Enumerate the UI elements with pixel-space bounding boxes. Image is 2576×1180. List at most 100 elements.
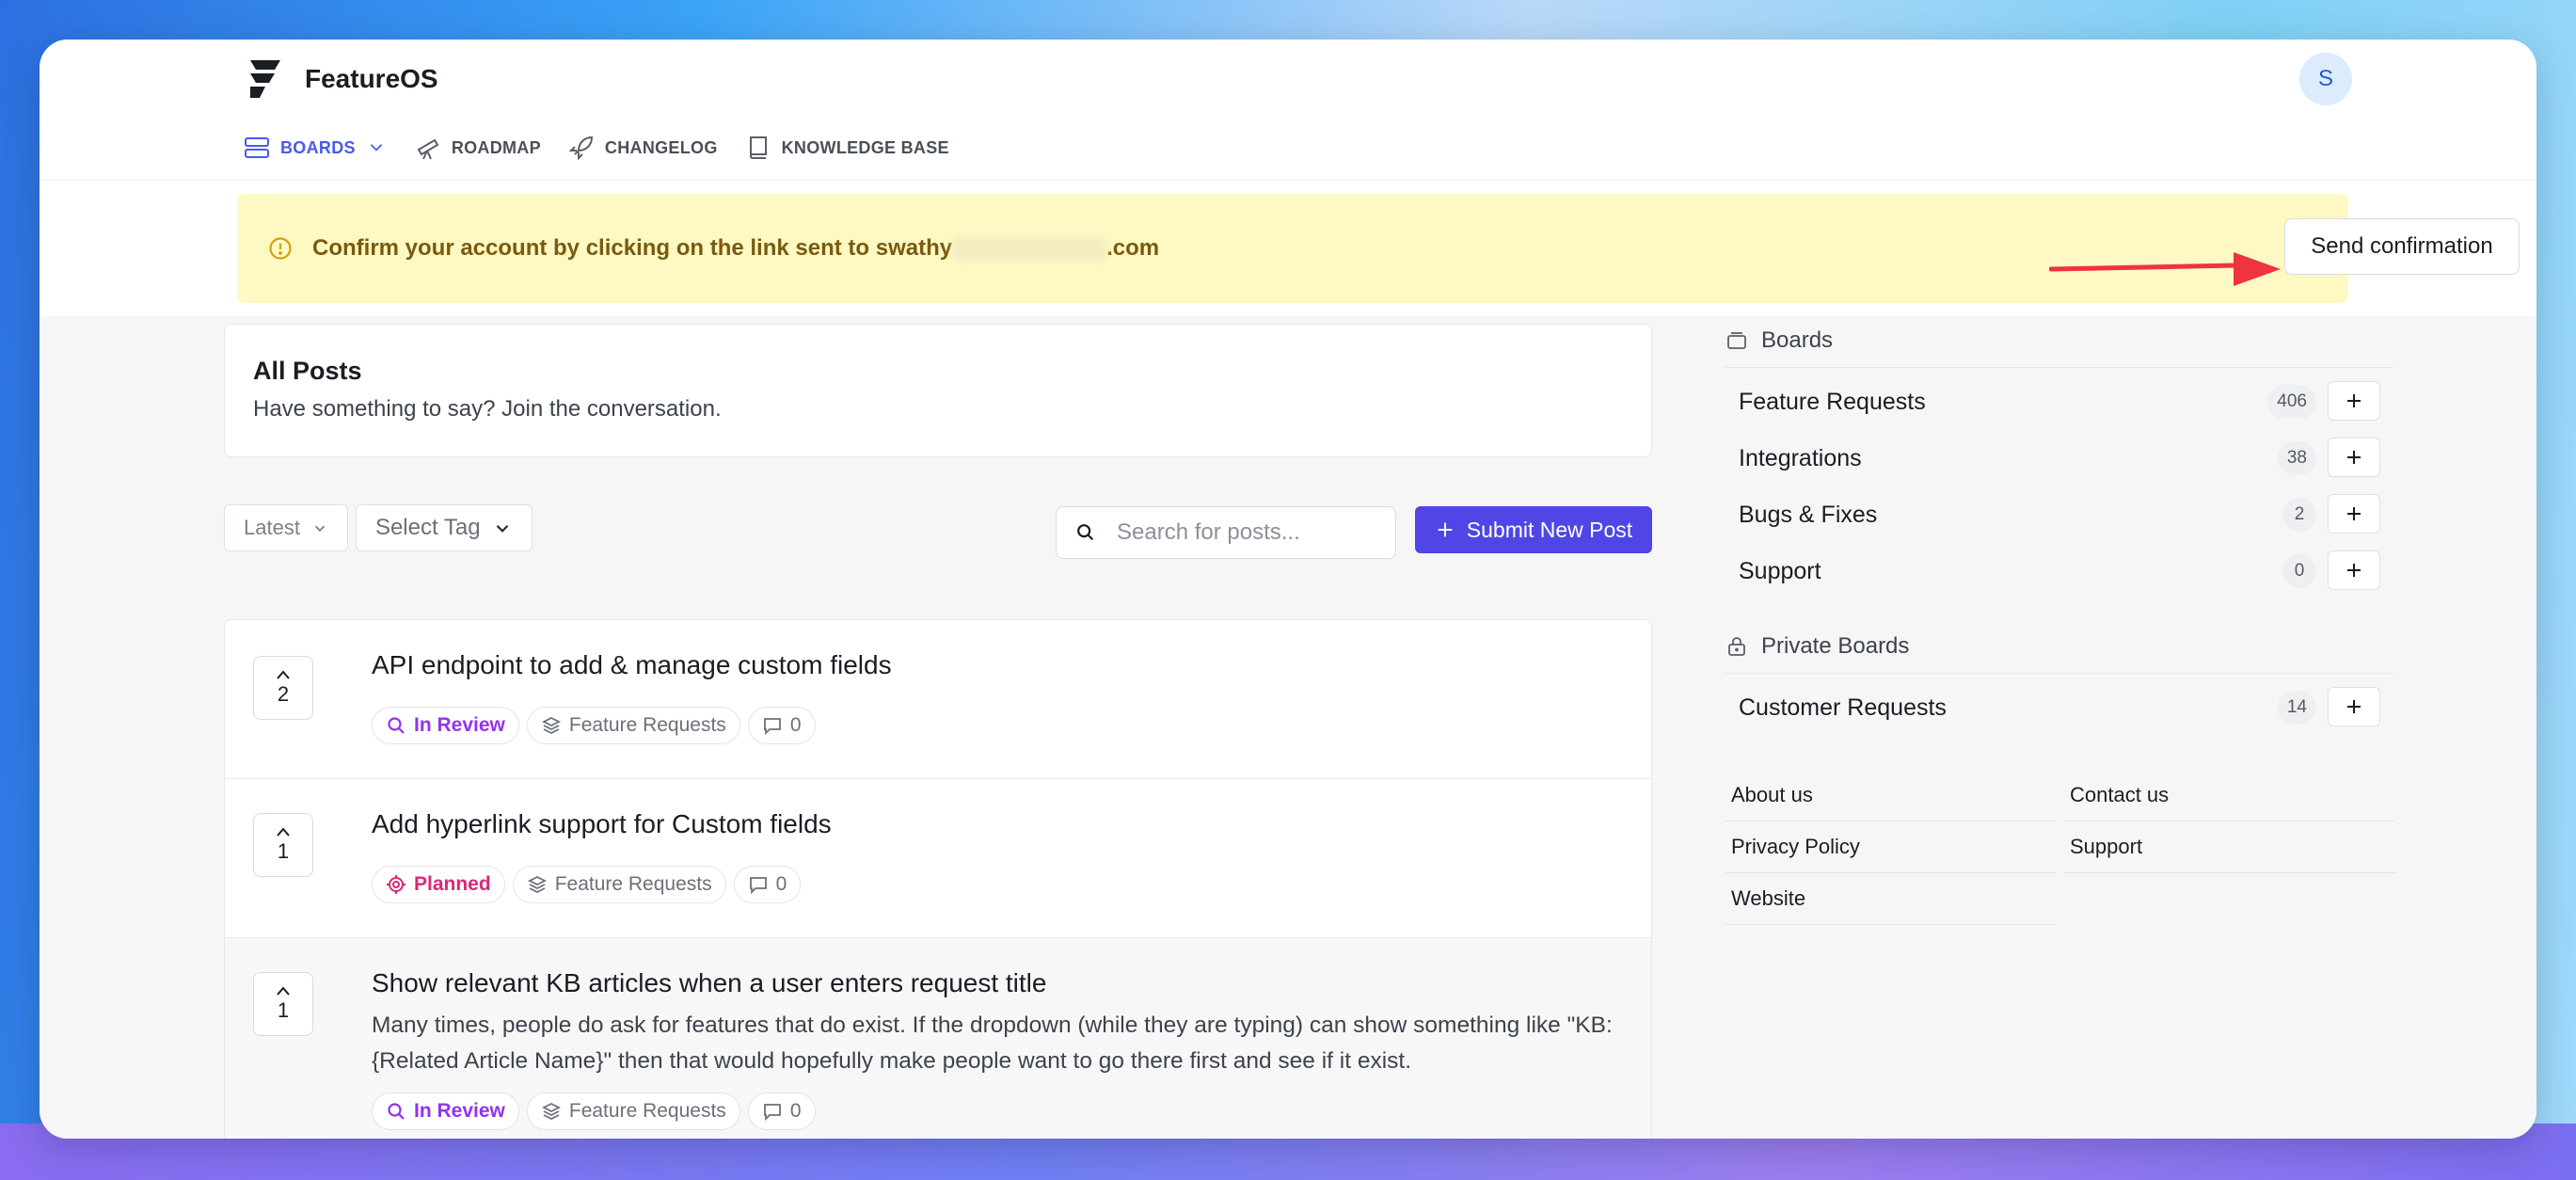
user-avatar[interactable]: S	[2299, 53, 2352, 105]
board-label: Feature Requests	[554, 873, 712, 895]
post-title[interactable]: Show relevant KB articles when a user en…	[372, 968, 1046, 998]
filters: Latest Select Tag	[224, 504, 533, 551]
layers-icon	[527, 875, 547, 894]
status-label: In Review	[414, 714, 505, 736]
sort-dropdown[interactable]: Latest	[224, 504, 348, 551]
sort-label: Latest	[244, 516, 300, 539]
boards-icon	[245, 137, 269, 158]
comment-icon	[749, 877, 767, 895]
submit-new-post-label: Submit New Post	[1466, 517, 1633, 542]
logo[interactable]: FeatureOS	[246, 58, 438, 100]
link-privacy-policy[interactable]: Privacy Policy	[1725, 821, 2057, 873]
board-badge[interactable]: Feature Requests	[526, 1092, 740, 1130]
board-label: Feature Requests	[568, 714, 726, 736]
plus-icon	[2347, 700, 2361, 713]
chevron-up-icon	[277, 827, 290, 837]
app-name: FeatureOS	[305, 64, 438, 93]
featureos-logo-icon	[250, 60, 280, 98]
select-tag-label: Select Tag	[374, 515, 481, 540]
link-contact-us[interactable]: Contact us	[2064, 770, 2395, 821]
add-post-button[interactable]	[2328, 550, 2380, 590]
board-name: Customer Requests	[1739, 694, 1947, 721]
nav-boards[interactable]: BOARDS	[243, 134, 388, 162]
main-content: All Posts Have something to say? Join th…	[40, 316, 2536, 1139]
comment-count[interactable]: 0	[747, 1092, 816, 1130]
select-tag-dropdown[interactable]: Select Tag	[355, 504, 533, 551]
comment-count-value: 0	[789, 714, 802, 736]
sidebar-board-customer-requests[interactable]: Customer Requests 14	[1725, 679, 2393, 736]
boards-heading-label: Boards	[1761, 327, 1834, 353]
alert-circle-icon	[269, 237, 292, 260]
post-tags: In Review Feature Requests 0	[372, 1092, 816, 1130]
nav-changelog[interactable]: CHANGELOG	[567, 134, 718, 162]
chevron-up-icon	[277, 670, 290, 679]
post-item[interactable]: 1 Add hyperlink support for Custom field…	[225, 779, 1651, 938]
post-title[interactable]: Add hyperlink support for Custom fields	[372, 809, 832, 839]
post-item[interactable]: 2 API endpoint to add & manage custom fi…	[225, 620, 1651, 779]
plus-icon	[2347, 564, 2361, 577]
status-badge: In Review	[372, 1092, 519, 1130]
board-count: 38	[2277, 441, 2316, 475]
chevron-down-icon	[314, 525, 326, 532]
divider	[1725, 673, 2393, 674]
board-badge[interactable]: Feature Requests	[526, 707, 740, 744]
chevron-up-icon	[277, 986, 290, 996]
lock-icon	[1728, 637, 1745, 656]
comment-count-value: 0	[789, 1100, 802, 1122]
search-box[interactable]	[1056, 506, 1396, 559]
all-posts-card: All Posts Have something to say? Join th…	[224, 324, 1652, 457]
add-post-button[interactable]	[2328, 381, 2380, 421]
status-badge: In Review	[372, 707, 519, 744]
post-tags: In Review Feature Requests 0	[372, 707, 816, 744]
nav-roadmap-label: ROADMAP	[451, 137, 541, 157]
sidebar: Boards Feature Requests 406 Integrations…	[1725, 316, 2395, 925]
upvote-button[interactable]: 2	[253, 656, 313, 720]
nav-knowledge-base[interactable]: KNOWLEDGE BASE	[744, 134, 949, 162]
magnifier-icon	[388, 1103, 405, 1120]
comment-count[interactable]: 0	[747, 707, 816, 744]
board-name: Bugs & Fixes	[1739, 501, 1878, 528]
layers-icon	[541, 1102, 561, 1121]
sidebar-board-bugs-fixes[interactable]: Bugs & Fixes 2	[1725, 486, 2393, 543]
nav-changelog-label: CHANGELOG	[604, 137, 718, 157]
comment-count-value: 0	[775, 873, 787, 895]
send-confirmation-button[interactable]: Send confirmation	[2284, 218, 2520, 275]
target-icon	[387, 875, 405, 894]
post-title[interactable]: API endpoint to add & manage custom fiel…	[372, 650, 892, 680]
nav-boards-label: BOARDS	[280, 137, 356, 157]
link-website[interactable]: Website	[1725, 873, 2057, 925]
book-icon	[749, 136, 767, 159]
sidebar-board-support[interactable]: Support 0	[1725, 543, 2393, 599]
board-name: Integrations	[1739, 444, 1862, 471]
posts-list: 2 API endpoint to add & manage custom fi…	[224, 619, 1652, 1139]
search-input[interactable]	[1117, 519, 1361, 546]
banner-message: Confirm your account by clicking on the …	[312, 235, 1159, 262]
sidebar-board-integrations[interactable]: Integrations 38	[1725, 430, 2393, 486]
chevron-down-icon	[370, 144, 383, 151]
page-title: All Posts	[253, 357, 362, 385]
red-arrow-annotation	[2049, 252, 2281, 286]
submit-new-post-button[interactable]: Submit New Post	[1415, 506, 1652, 553]
add-post-button[interactable]	[2328, 687, 2380, 726]
comment-count[interactable]: 0	[733, 866, 802, 903]
link-about-us[interactable]: About us	[1725, 770, 2057, 821]
board-label: Feature Requests	[568, 1100, 726, 1122]
board-badge[interactable]: Feature Requests	[512, 866, 726, 903]
post-tags: Planned Feature Requests 0	[372, 866, 802, 903]
vote-count: 2	[277, 682, 290, 706]
add-post-button[interactable]	[2328, 438, 2380, 477]
page-subtitle: Have something to say? Join the conversa…	[253, 396, 722, 422]
search-icon	[1077, 524, 1094, 541]
post-item[interactable]: 1 Show relevant KB articles when a user …	[225, 938, 1651, 1139]
plus-icon	[2347, 451, 2361, 464]
add-post-button[interactable]	[2328, 494, 2380, 534]
board-count: 406	[2267, 385, 2316, 419]
nav-roadmap[interactable]: ROADMAP	[414, 134, 541, 162]
private-boards-heading: Private Boards	[1725, 628, 2393, 665]
confirm-account-banner: Confirm your account by clicking on the …	[237, 194, 2520, 303]
upvote-button[interactable]: 1	[253, 972, 313, 1036]
link-support[interactable]: Support	[2064, 821, 2395, 873]
plus-icon	[1438, 522, 1453, 537]
sidebar-board-feature-requests[interactable]: Feature Requests 406	[1725, 374, 2393, 430]
upvote-button[interactable]: 1	[253, 813, 313, 877]
